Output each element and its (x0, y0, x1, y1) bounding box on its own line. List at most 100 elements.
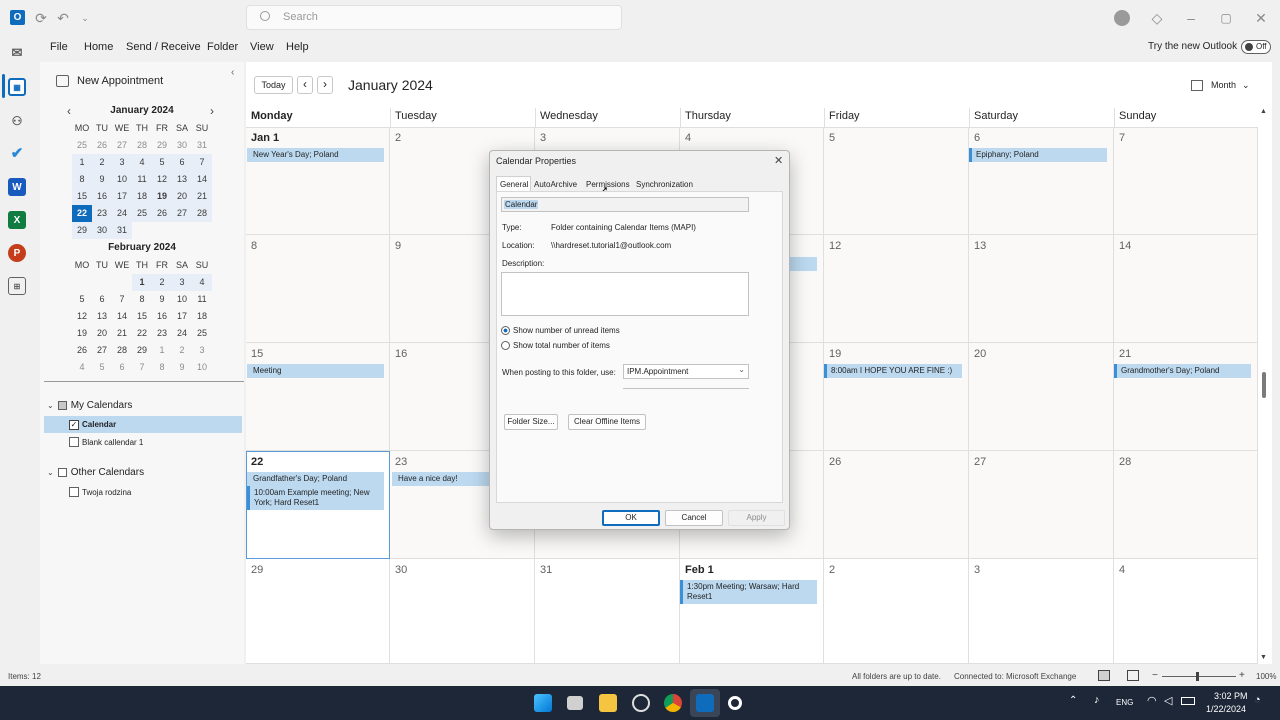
calendar-event-partial[interactable] (790, 257, 817, 271)
tab-general[interactable]: General (500, 180, 528, 189)
other-calendars-group[interactable]: ⌄ Other Calendars (47, 466, 144, 479)
radio-total[interactable]: Show total number of items (501, 341, 610, 350)
mini-cal-day[interactable]: 16 (152, 308, 172, 325)
folder-size-button[interactable]: Folder Size... (504, 414, 558, 430)
mini-cal-day[interactable]: 5 (152, 154, 172, 171)
mini-cal-day[interactable]: 19 (72, 325, 92, 342)
mini-cal-day[interactable]: 21 (192, 188, 212, 205)
today-button[interactable]: Today (254, 76, 293, 94)
todo-icon[interactable]: ✔ (8, 144, 26, 162)
mini-cal-day[interactable]: 1 (152, 342, 172, 359)
mini-cal-day[interactable]: 26 (152, 205, 172, 222)
language-indicator[interactable]: ENG (1116, 698, 1133, 707)
calendar-item-calendar[interactable]: ✓ Calendar (44, 416, 242, 433)
day-cell[interactable] (969, 559, 1114, 664)
mini-cal-day[interactable]: 15 (72, 188, 92, 205)
try-new-outlook-toggle[interactable]: Off (1241, 40, 1271, 54)
mini-cal-day[interactable]: 9 (172, 359, 192, 376)
calendar-event-multiline[interactable]: 10:00am Example meeting; New York; Hard … (247, 486, 384, 510)
notification-bell-icon[interactable]: ◔ (1254, 694, 1261, 706)
mini-cal-day[interactable]: 27 (112, 137, 132, 154)
day-cell[interactable] (824, 559, 969, 664)
avatar[interactable] (1114, 10, 1130, 26)
file-explorer-icon[interactable] (599, 694, 617, 712)
task-view-icon[interactable] (567, 696, 583, 710)
calendar-item-twoja-rodzina[interactable]: Twoja rodzina (69, 486, 131, 498)
mic-icon[interactable]: ♪ (1094, 694, 1100, 706)
mini-cal-day[interactable]: 28 (112, 342, 132, 359)
mini-cal-day[interactable]: 4 (72, 359, 92, 376)
day-cell[interactable] (246, 343, 390, 451)
mini-cal-day[interactable]: 25 (132, 205, 152, 222)
checkbox-icon[interactable] (69, 437, 79, 447)
powerpoint-icon[interactable]: P (8, 244, 26, 262)
mini-cal-day[interactable]: 1 (72, 154, 92, 171)
calendar-event[interactable]: Grandfather's Day; Poland (247, 472, 384, 486)
calendar-event-multiline[interactable]: 1:30pm Meeting; Warsaw; Hard Reset1 (680, 580, 817, 604)
mini-cal-day[interactable]: 11 (132, 171, 152, 188)
mini-cal-day[interactable]: 18 (192, 308, 212, 325)
mini-cal-day[interactable]: 22 (72, 205, 92, 222)
tray-chevron-icon[interactable]: ⌃ (1069, 695, 1077, 706)
prev-month-button[interactable]: ‹ (297, 76, 313, 94)
wifi-icon[interactable]: ◠ (1147, 694, 1157, 707)
day-cell[interactable] (1114, 559, 1258, 664)
zoom-in-icon[interactable]: + (1239, 670, 1245, 681)
mini-cal-day[interactable]: 21 (112, 325, 132, 342)
mini-cal-day[interactable]: 19 (152, 188, 172, 205)
search-input[interactable]: Search (246, 5, 622, 30)
mini-cal-day[interactable]: 10 (112, 171, 132, 188)
mini-cal-day[interactable]: 13 (172, 171, 192, 188)
minimize-icon[interactable]: – (1182, 9, 1200, 27)
mini-cal-day[interactable]: 14 (192, 171, 212, 188)
mini-cal-day[interactable]: 2 (152, 274, 172, 291)
calendar-event[interactable]: Epiphany; Poland (969, 148, 1107, 162)
scroll-thumb[interactable] (1262, 372, 1266, 398)
sync-icon[interactable]: ⟳ (32, 9, 50, 27)
mini-cal-day[interactable]: 23 (92, 205, 112, 222)
mini-cal-day[interactable]: 8 (72, 171, 92, 188)
windows-start-icon[interactable] (534, 694, 552, 712)
battery-icon[interactable] (1181, 697, 1195, 705)
mini-cal-day[interactable]: 18 (132, 188, 152, 205)
day-cell[interactable] (969, 127, 1114, 235)
mini-cal-day[interactable]: 6 (92, 291, 112, 308)
mini-cal-day[interactable]: 1 (132, 274, 152, 291)
mini-cal-day[interactable]: 3 (192, 342, 212, 359)
day-cell[interactable] (390, 559, 535, 664)
checkbox-icon[interactable] (69, 487, 79, 497)
calendar-event[interactable]: Meeting (247, 364, 384, 378)
mini-cal-day[interactable]: 7 (192, 154, 212, 171)
mini-cal-day[interactable]: 14 (112, 308, 132, 325)
day-cell[interactable] (969, 343, 1114, 451)
mini-cal-day[interactable]: 3 (112, 154, 132, 171)
mini-cal-day[interactable]: 25 (72, 137, 92, 154)
app-icon[interactable] (632, 694, 650, 712)
mini-cal-day[interactable]: 29 (132, 342, 152, 359)
mini-cal-day[interactable]: 24 (172, 325, 192, 342)
day-cell[interactable] (246, 235, 390, 343)
customize-icon[interactable]: ⌄ (76, 9, 94, 27)
mini-cal-day[interactable]: 5 (92, 359, 112, 376)
mini-cal-day[interactable]: 20 (172, 188, 192, 205)
day-cell[interactable] (824, 451, 969, 559)
chrome-icon[interactable] (664, 694, 682, 712)
mini-cal-day[interactable]: 31 (112, 222, 132, 239)
premium-icon[interactable]: ◇ (1148, 9, 1166, 27)
mini-cal-day[interactable]: 23 (152, 325, 172, 342)
zoom-out-icon[interactable]: − (1152, 670, 1158, 681)
mini-cal-day[interactable]: 3 (172, 274, 192, 291)
mini-cal-day[interactable]: 10 (172, 291, 192, 308)
view-switcher[interactable]: Month ⌄ (1191, 78, 1250, 92)
ok-button[interactable]: OK (602, 510, 660, 526)
mini-cal-day[interactable]: 30 (92, 222, 112, 239)
day-cell[interactable] (824, 343, 969, 451)
checkbox-checked-icon[interactable]: ✓ (69, 419, 79, 430)
mini-cal-prev-icon[interactable]: ‹ (67, 104, 71, 118)
clock-time[interactable]: 3:02 PM (1214, 691, 1248, 701)
clear-offline-items-button[interactable]: Clear Offline Items (568, 414, 646, 430)
mini-cal-day[interactable]: 29 (72, 222, 92, 239)
mini-cal-day[interactable]: 4 (192, 274, 212, 291)
menu-send-receive[interactable]: Send / Receive (126, 41, 201, 53)
mini-cal-day[interactable]: 27 (92, 342, 112, 359)
